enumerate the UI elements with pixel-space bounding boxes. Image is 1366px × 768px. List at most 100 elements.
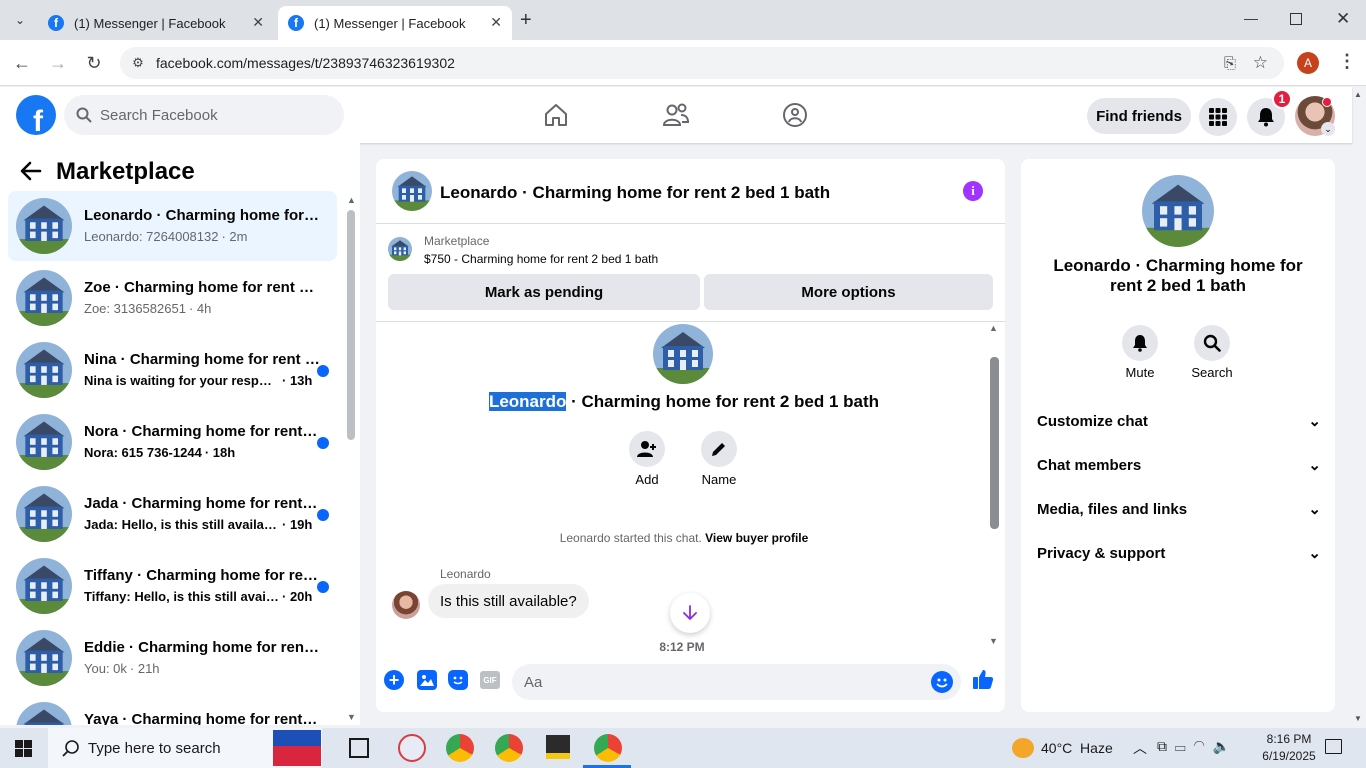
reload-icon[interactable]: ↻ <box>81 50 107 76</box>
chrome-profile-2-icon[interactable] <box>594 734 622 762</box>
profile-avatar[interactable]: A <box>1297 52 1319 74</box>
info-avatar[interactable] <box>1142 175 1214 247</box>
chat-scrollbar[interactable] <box>990 357 999 529</box>
conversation-item[interactable]: Yaya · Charming home for rent 2 bed 1 ba… <box>8 695 337 725</box>
conversation-item[interactable]: Nina · Charming home for rent 2 bed 1 ba… <box>8 335 337 405</box>
media-files-links-section[interactable]: Media, files and links ⌄ <box>1037 489 1321 529</box>
close-tab-icon[interactable]: ✕ <box>490 14 502 31</box>
chrome-icon[interactable] <box>495 734 523 762</box>
chat-title[interactable]: Leonardo · Charming home for rent 2 bed … <box>440 183 830 203</box>
listing-thumbnail[interactable] <box>388 237 412 261</box>
scroll-up-arrow-icon[interactable]: ▲ <box>347 195 356 205</box>
conversation-item[interactable]: Eddie · Charming home for rent 2 bed 1 b… <box>8 623 337 693</box>
forward-icon[interactable]: → <box>45 50 71 76</box>
tab-search-button[interactable]: ⌄ <box>8 8 32 32</box>
site-info-icon[interactable]: ⚙ <box>120 55 156 71</box>
conversation-item[interactable]: Nora · Charming home for rent 2 bed 1 ba… <box>8 407 337 477</box>
more-actions-plus-icon[interactable]: + <box>384 670 404 690</box>
page-scroll-up-icon[interactable]: ▲ <box>1354 90 1362 99</box>
menu-grid-icon[interactable] <box>1199 98 1237 136</box>
thumbs-up-icon[interactable] <box>972 668 994 695</box>
bookmark-star-icon[interactable]: ☆ <box>1253 53 1268 73</box>
windows-start-icon[interactable] <box>15 740 32 757</box>
system-tray-icons[interactable]: ⧉▭◠🔈 <box>1157 738 1238 755</box>
account-chevron-icon[interactable]: ⌄ <box>1321 122 1335 136</box>
unread-dot <box>317 437 329 449</box>
emoji-icon[interactable] <box>931 671 953 693</box>
mark-pending-button[interactable]: Mark as pending <box>388 274 700 310</box>
chat-header-avatar[interactable] <box>392 171 432 211</box>
conversation-item[interactable]: Zoe · Charming home for rent 2 bed 1 bat… <box>8 263 337 333</box>
back-icon[interactable]: ← <box>9 50 35 76</box>
browser-menu-icon[interactable]: ⋮ <box>1338 51 1356 72</box>
clock-date[interactable]: 6/19/2025 <box>1256 749 1322 763</box>
name-label: Name <box>701 472 737 487</box>
arrow-down-icon <box>683 605 697 620</box>
snipping-tool-icon[interactable] <box>398 734 426 762</box>
sidebar-scrollbar[interactable] <box>347 210 355 440</box>
message-input[interactable]: Aa <box>512 664 961 700</box>
conversation-item[interactable]: Leonardo · Charming home for rent 2 bed … <box>8 191 337 261</box>
add-person-button[interactable] <box>629 431 665 467</box>
view-buyer-profile-link[interactable]: View buyer profile <box>705 531 808 545</box>
scroll-down-arrow-icon[interactable]: ▼ <box>347 712 356 722</box>
chrome-profile-1-icon[interactable] <box>446 734 474 762</box>
gif-icon[interactable]: GIF <box>480 671 500 689</box>
windows-taskbar: Type here to search 40°C Haze ︿ ⧉▭◠🔈 8:1… <box>0 728 1366 768</box>
edit-name-button[interactable] <box>701 431 737 467</box>
restore-button[interactable] <box>1290 13 1302 25</box>
chat-members-section[interactable]: Chat members ⌄ <box>1037 445 1321 485</box>
conversation-name: Nina · Charming home for rent 2 bed 1 ba… <box>84 351 320 368</box>
scroll-to-bottom-button[interactable] <box>670 593 710 633</box>
friends-icon[interactable] <box>660 99 692 131</box>
photo-attach-icon[interactable] <box>417 670 437 690</box>
new-tab-button[interactable]: + <box>520 9 532 32</box>
sticker-icon[interactable] <box>448 670 468 690</box>
conversation-preview: You: 0k · 21h <box>84 661 160 676</box>
conversation-avatar <box>16 702 72 725</box>
preview-time: · 20h <box>282 589 313 604</box>
unread-dot <box>317 365 329 377</box>
browser-tab-active[interactable]: f (1) Messenger | Facebook ✕ <box>278 6 512 40</box>
browser-tab[interactable]: f (1) Messenger | Facebook ✕ <box>38 6 274 40</box>
chat-scroll-down-icon[interactable]: ▼ <box>989 636 998 646</box>
groups-icon[interactable] <box>779 99 811 131</box>
close-tab-icon[interactable]: ✕ <box>252 14 264 31</box>
mute-button[interactable] <box>1122 325 1158 361</box>
customize-chat-section[interactable]: Customize chat ⌄ <box>1037 401 1321 441</box>
close-window-button[interactable]: ✕ <box>1336 9 1350 29</box>
find-friends-button[interactable]: Find friends <box>1087 98 1191 134</box>
back-arrow-icon[interactable] <box>20 161 42 186</box>
chat-started-notice: Leonardo started this chat. View buyer p… <box>376 531 992 545</box>
conversation-item[interactable]: Tiffany · Charming home for rent 2 bed 1… <box>8 551 337 621</box>
weather-text[interactable]: 40°C Haze <box>1041 740 1113 756</box>
preview-text: Leonardo: 7264008132 <box>84 229 219 244</box>
url-field[interactable]: ⚙ facebook.com/messages/t/23893746323619… <box>120 47 1284 79</box>
facebook-search-input[interactable]: Search Facebook <box>64 95 344 135</box>
privacy-support-section[interactable]: Privacy & support ⌄ <box>1037 533 1321 573</box>
task-view-icon[interactable] <box>349 738 369 758</box>
minimize-button[interactable]: — <box>1244 10 1258 26</box>
sender-avatar[interactable] <box>392 591 420 619</box>
weather-icon[interactable] <box>1012 738 1034 758</box>
divider <box>376 223 1005 224</box>
chat-scroll-up-icon[interactable]: ▲ <box>989 323 998 333</box>
conversation-preview: Zoe: 3136582651 · 4h <box>84 301 211 316</box>
divider <box>376 321 1005 322</box>
install-app-icon[interactable]: ⎘ <box>1224 55 1236 72</box>
chat-info-icon[interactable]: i <box>963 181 983 201</box>
clock-time[interactable]: 8:16 PM <box>1256 732 1322 746</box>
message-bubble[interactable]: Is this still available? <box>428 584 589 618</box>
news-flag-icon[interactable] <box>273 730 321 766</box>
notification-center-icon[interactable] <box>1325 739 1342 754</box>
facebook-logo[interactable]: f <box>16 95 56 135</box>
show-hidden-icons-icon[interactable]: ︿ <box>1133 738 1147 758</box>
conversation-item[interactable]: Jada · Charming home for rent 2 bed 1 ba… <box>8 479 337 549</box>
search-conversation-button[interactable] <box>1194 325 1230 361</box>
listing-description[interactable]: $750 - Charming home for rent 2 bed 1 ba… <box>424 252 658 266</box>
sticky-notes-icon[interactable] <box>546 735 570 759</box>
page-scroll-down-icon[interactable]: ▼ <box>1354 714 1362 723</box>
preview-time: · 4h <box>188 301 212 316</box>
home-icon[interactable] <box>540 99 572 131</box>
more-options-button[interactable]: More options <box>704 274 993 310</box>
